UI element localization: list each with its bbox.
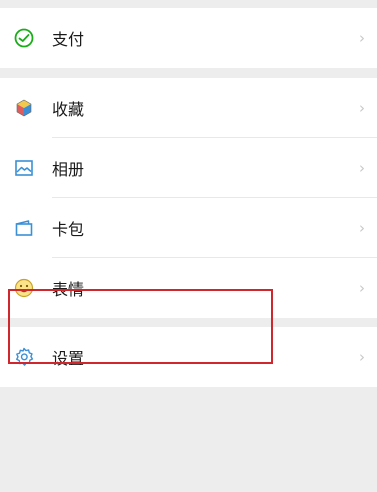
menu-item-label: 支付 xyxy=(52,30,85,49)
chevron-right-icon: › xyxy=(359,159,365,177)
pay-group: 支付 › xyxy=(0,8,377,68)
menu-item-label: 收藏 xyxy=(52,100,85,119)
highlight-annotation-box xyxy=(8,289,273,364)
chevron-right-icon: › xyxy=(359,279,365,297)
menu-item-album[interactable]: 相册 › xyxy=(0,138,377,198)
wechat-pay-icon xyxy=(12,26,36,50)
chevron-right-icon: › xyxy=(359,348,365,366)
top-separator xyxy=(0,0,377,8)
group-gap xyxy=(0,68,377,78)
chevron-right-icon: › xyxy=(359,219,365,237)
tools-group: 收藏 › 相册 › 卡包 › 表情 › xyxy=(0,78,377,318)
favorites-cube-icon xyxy=(12,96,36,120)
card-wallet-icon xyxy=(12,216,36,240)
menu-item-pay[interactable]: 支付 › xyxy=(0,8,377,68)
chevron-right-icon: › xyxy=(359,29,365,47)
menu-item-cards[interactable]: 卡包 › xyxy=(0,198,377,258)
menu-item-label: 卡包 xyxy=(52,220,85,239)
menu-item-favorites[interactable]: 收藏 › xyxy=(0,78,377,138)
photo-album-icon xyxy=(12,156,36,180)
menu-item-label: 相册 xyxy=(52,160,85,179)
chevron-right-icon: › xyxy=(359,99,365,117)
